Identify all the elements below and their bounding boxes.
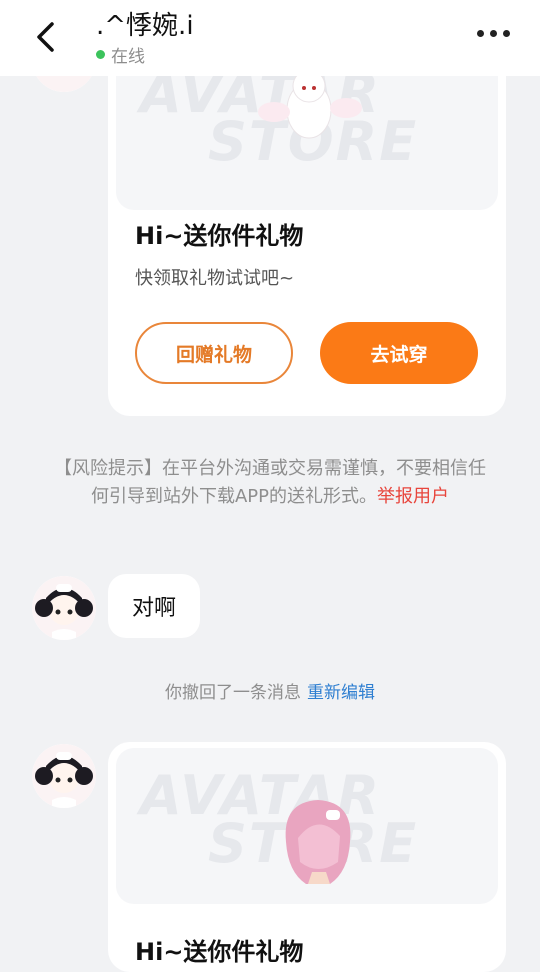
recall-notice: 你撤回了一条消息 重新编辑 — [0, 678, 540, 703]
back-arrow-icon[interactable] — [30, 18, 60, 58]
online-dot-icon — [96, 50, 105, 59]
gift-card-subtitle: 快领取礼物试试吧~ — [135, 268, 295, 289]
recall-notice-text: 你撤回了一条消息 — [165, 683, 301, 703]
risk-notice: 【风险提示】在平台外沟通或交易需谨慎，不要相信任何引导到站外下载APP的送礼形式… — [50, 455, 490, 511]
sender-avatar[interactable] — [32, 576, 96, 640]
online-status-label: 在线 — [111, 47, 145, 67]
online-status: 在线 — [96, 42, 145, 67]
message-bubble[interactable]: 对啊 — [108, 574, 201, 638]
pink-hair-figure-icon — [285, 800, 351, 884]
sender-avatar[interactable] — [32, 744, 96, 808]
gift-preview-image[interactable]: AVATAR STORE — [116, 748, 498, 904]
message-text: 对啊 — [132, 596, 177, 621]
try-on-button[interactable]: 去试穿 — [320, 322, 478, 384]
gift-card[interactable]: AVATAR STORE Hi~送你件礼物 快领取礼物试试吧~ 回赠礼物 去试穿 — [108, 40, 506, 416]
return-gift-button[interactable]: 回赠礼物 — [135, 322, 293, 384]
gift-card[interactable]: AVATAR STORE Hi~送你件礼物 — [108, 742, 506, 972]
more-options-icon[interactable] — [477, 30, 510, 37]
chat-header: .^悸婉.i 在线 — [0, 0, 540, 76]
gift-card-title: Hi~送你件礼物 — [135, 222, 304, 250]
contact-name[interactable]: .^悸婉.i — [96, 5, 194, 42]
reedit-link[interactable]: 重新编辑 — [307, 683, 375, 703]
gift-card-title: Hi~送你件礼物 — [135, 938, 304, 966]
report-user-link[interactable]: 举报用户 — [377, 486, 449, 507]
